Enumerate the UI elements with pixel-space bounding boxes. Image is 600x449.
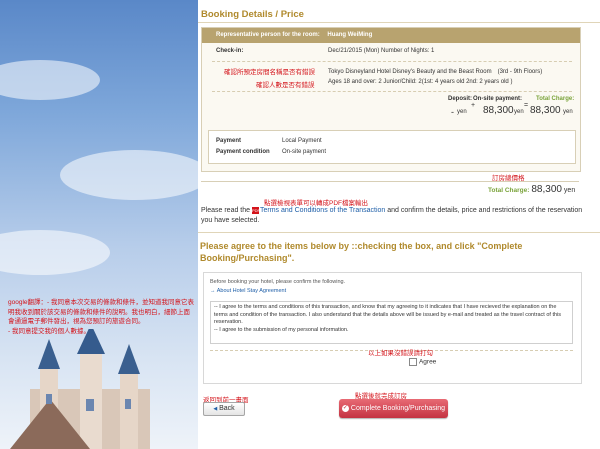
terms-link[interactable]: Terms and Conditions of the Transaction (260, 207, 385, 214)
cloud-decoration (60, 150, 198, 200)
castle-illustration (10, 329, 150, 449)
payment-box: Payment Local Payment Payment condition … (208, 130, 576, 164)
divider (201, 181, 579, 182)
checkin-value: Dec/21/2015 (Mon) Number of Nights: 1 (328, 48, 435, 54)
total-value: 88,300 (530, 105, 561, 116)
dashed-divider (212, 91, 572, 92)
main-content: Booking Details / Price Representative p… (198, 0, 600, 449)
page-title: Booking Details / Price (201, 9, 304, 20)
agree-checkbox-label: Agree (418, 358, 437, 366)
hotel-room-value: Tokyo Disneyland Hotel Disney's Beauty a… (328, 69, 543, 75)
terms-prefix: Please read the (201, 207, 251, 214)
terms-paragraph: Please read the PDFTerms and Conditions … (201, 206, 586, 226)
google-translate-note: google翻譯：- 我同意本次交易的條款和條件，並知道我同意它表明我收到關於該… (8, 299, 194, 335)
checkmark-icon: ✓ (341, 404, 349, 412)
total-charge-row-unit: yen (563, 187, 576, 194)
complete-booking-button[interactable]: ✓ Complete Booking/Purchasing (339, 399, 448, 418)
rep-name: Huang WeiMing (327, 32, 373, 38)
total-charge-row-value: 88,300 (531, 184, 562, 195)
deposit-yen: yen (457, 109, 467, 115)
agree-note: 以上如果沒錯誤請打勾 (368, 350, 433, 357)
payment-condition-value: On-site payment (282, 149, 327, 155)
total-yen: yen (563, 109, 573, 115)
onsite-value: 88,300 (483, 105, 514, 116)
agree-section-title: Please agree to the items below by ::che… (200, 241, 523, 263)
divider (198, 232, 600, 233)
agreement-line-2: -- I agree to the submission of my perso… (214, 326, 349, 333)
agreement-line-1: -- I agree to the terms and conditions o… (214, 304, 562, 325)
confirm-hotel-note: 確認所預定房間名稱是否有錯誤 (224, 69, 315, 76)
agree-checkbox-row[interactable]: Agree (409, 358, 436, 366)
pdf-icon: PDF (252, 206, 260, 214)
agreement-panel: Before booking your hotel, please confir… (203, 272, 582, 384)
total-charge-row-label: Total Charge: (488, 187, 530, 194)
agree-checkbox[interactable] (409, 358, 417, 366)
payment-value: Local Payment (282, 138, 322, 144)
plus-sign: + (471, 102, 476, 109)
cloud-decoration (0, 60, 100, 100)
equals-sign: = (524, 102, 529, 109)
divider (198, 22, 600, 23)
onsite-yen: yen (514, 109, 524, 115)
left-decorative-panel: google翻譯：- 我同意本次交易的條款和條件，並知道我同意它表明我收到關於該… (0, 0, 198, 449)
back-button[interactable]: ◀ Back (203, 402, 245, 416)
onsite-label: On-site payment: (473, 96, 523, 102)
total-charge-label: Total Charge: (536, 96, 575, 102)
representative-header: Representative person for the room: Huan… (202, 28, 580, 43)
stay-agreement-link[interactable]: → About Hotel Stay Agreement (210, 288, 286, 294)
guests-value: Ages 18 and over: 2 Junior/Child: 2(1st:… (328, 79, 513, 85)
back-button-label: Back (219, 405, 235, 412)
payment-condition-label: Payment condition (216, 149, 270, 155)
payment-label: Payment (216, 138, 242, 144)
dashed-divider (212, 61, 572, 62)
cloud-decoration (0, 230, 110, 275)
booking-details-box: Representative person for the room: Huan… (201, 27, 581, 172)
total-charge-row: Total Charge: 88,300 yen (488, 184, 575, 195)
checkin-label: Check-in: (216, 48, 244, 54)
back-arrow-icon: ◀ (213, 406, 218, 412)
complete-button-label: Complete Booking/Purchasing (350, 405, 446, 412)
rep-label: Representative person for the room: (216, 32, 320, 38)
confirm-guests-note: 確認人數是否有錯誤 (256, 82, 315, 89)
agreement-text-box[interactable]: -- I agree to the terms and conditions o… (210, 301, 573, 344)
deposit-label: Deposit: (448, 96, 472, 102)
deposit-value: - (451, 107, 454, 117)
before-booking-text: Before booking your hotel, please confir… (210, 279, 346, 285)
